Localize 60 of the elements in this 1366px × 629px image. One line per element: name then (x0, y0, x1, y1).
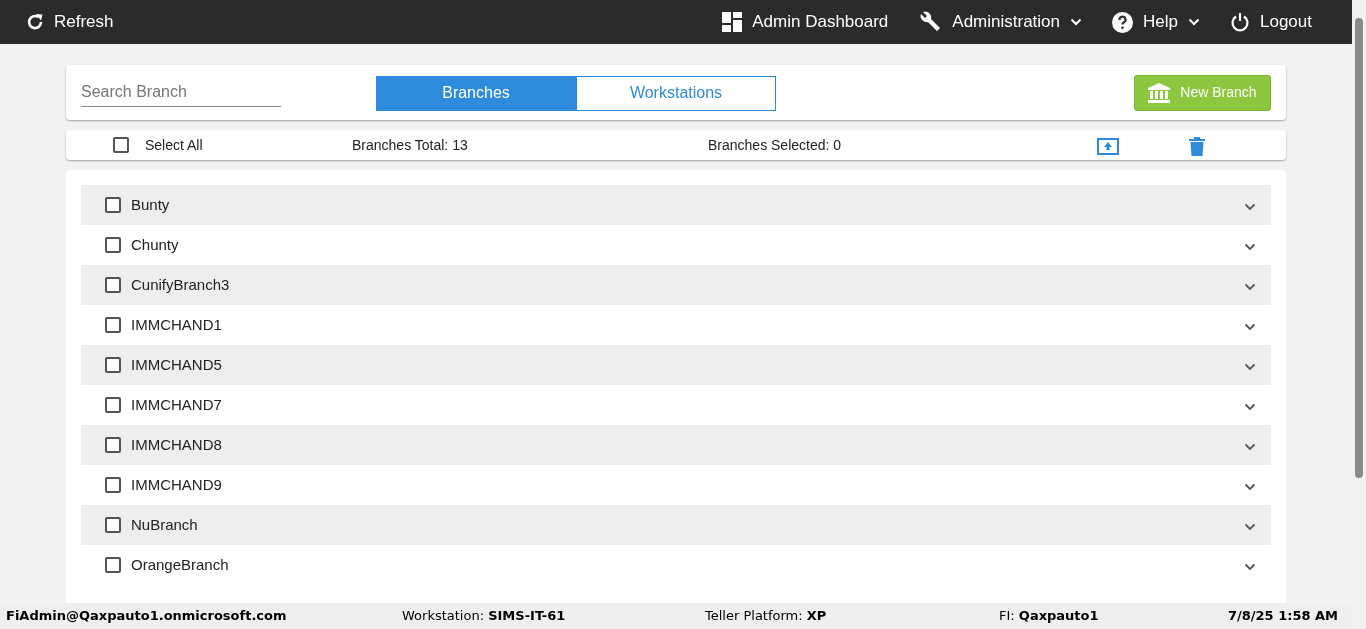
branch-name: IMMCHAND5 (131, 354, 222, 375)
trash-icon[interactable] (1189, 137, 1205, 156)
chevron-down-icon[interactable] (1244, 363, 1256, 371)
bank-icon (1148, 82, 1171, 103)
chevron-down-icon[interactable] (1244, 283, 1256, 291)
checkbox[interactable] (105, 477, 121, 493)
branch-row[interactable]: IMMCHAND8 (81, 425, 1271, 465)
checkbox[interactable] (105, 197, 121, 213)
chevron-down-icon[interactable] (1244, 203, 1256, 211)
tab[interactable]: Branches (376, 75, 576, 111)
branch-name: IMMCHAND9 (131, 474, 222, 495)
status-item: 7/8/25 1:58 AM (1227, 607, 1338, 626)
checkbox[interactable] (105, 357, 121, 373)
help-icon (1112, 11, 1134, 33)
chevron-down-icon[interactable] (1244, 323, 1256, 331)
branch-row[interactable]: CunifyBranch3 (81, 265, 1271, 305)
branch-row[interactable]: IMMCHAND5 (81, 345, 1271, 385)
status-item: FI: Qaxpauto1 (999, 607, 1099, 626)
chevron-down-icon[interactable] (1244, 483, 1256, 491)
status-item: Teller Platform: XP (705, 607, 827, 626)
branch-name: NuBranch (131, 514, 198, 535)
nav-link[interactable]: Administration (918, 9, 1083, 35)
power-icon (1230, 12, 1250, 32)
search-field[interactable]: Search Branch (81, 80, 281, 107)
chevron-down-icon[interactable] (1244, 443, 1256, 451)
branch-row[interactable]: NuBranch (81, 505, 1271, 545)
nav-link[interactable]: Refresh (26, 9, 114, 35)
wrench-icon (918, 11, 943, 33)
branches-selected: Branches Selected: 0 (708, 135, 842, 155)
checkbox[interactable] (105, 317, 121, 333)
branch-name: Chunty (131, 234, 179, 255)
branch-name: OrangeBranch (131, 554, 229, 575)
checkbox[interactable] (105, 437, 121, 453)
branch-name: IMMCHAND8 (131, 434, 222, 455)
chevron-down-icon[interactable] (1244, 523, 1256, 531)
checkbox[interactable] (105, 277, 121, 293)
chevron-down-icon[interactable] (1244, 563, 1256, 571)
checkbox[interactable] (105, 557, 121, 573)
status-item: FiAdmin@Qaxpauto1.onmicrosoft.com (6, 607, 287, 626)
branch-name: Bunty (131, 194, 170, 215)
branch-row[interactable]: Bunty (81, 185, 1271, 225)
branches-total: Branches Total: 13 (352, 135, 468, 155)
status-item: Workstation: SIMS-IT-61 (402, 607, 566, 626)
checkbox[interactable] (113, 137, 129, 153)
branch-name: IMMCHAND7 (131, 394, 222, 415)
nav-link[interactable]: Logout (1230, 9, 1312, 35)
nav-link[interactable]: Help (1112, 9, 1200, 35)
chevron-down-icon[interactable] (1244, 243, 1256, 251)
dashboard-icon (722, 12, 743, 32)
upload-icon[interactable] (1097, 138, 1119, 155)
branch-name: CunifyBranch3 (131, 274, 230, 295)
tab[interactable]: Workstations (576, 75, 776, 111)
refresh-icon (26, 13, 44, 31)
nav-link[interactable]: Admin Dashboard (722, 9, 889, 35)
checkbox[interactable] (105, 397, 121, 413)
checkbox[interactable] (105, 517, 121, 533)
select-all-label[interactable]: Select All (145, 134, 203, 156)
checkbox[interactable] (105, 237, 121, 253)
branch-name: IMMCHAND1 (131, 314, 222, 335)
chevron-down-icon[interactable] (1244, 403, 1256, 411)
